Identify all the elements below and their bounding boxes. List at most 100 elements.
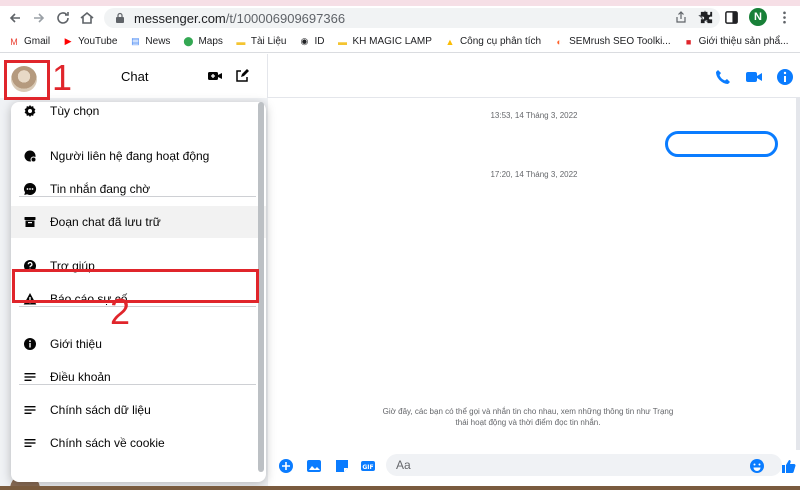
bookmark-label: SEMrush SEO Toolki... <box>569 36 671 47</box>
gear-icon <box>23 104 37 118</box>
menu-item[interactable]: Chính sách dữ liệu <box>11 394 266 426</box>
bookmark-label: Công cụ phân tích <box>459 36 542 47</box>
outgoing-message-bubble[interactable] <box>665 131 778 157</box>
menu-item[interactable]: Giới thiệu <box>11 328 266 360</box>
bookmark-item[interactable]: ▲ Công cụ phân tích <box>444 36 541 48</box>
conversation-info-text: Giờ đây, các bạn có thể gọi và nhắn tin … <box>358 406 698 428</box>
photo-icon[interactable] <box>306 458 322 474</box>
folder-icon: ▬ <box>337 36 347 47</box>
message-timestamp: 13:53, 14 Tháng 3, 2022 <box>490 111 578 120</box>
annotation-box-step2 <box>12 269 259 303</box>
bookmark-item[interactable]: M Gmail <box>8 36 50 48</box>
like-icon[interactable] <box>780 458 796 474</box>
analytics-icon: ▲ <box>445 36 455 47</box>
message-composer: GIF Aa <box>268 450 800 486</box>
chat-title: Chat <box>121 69 149 84</box>
lock-icon <box>116 12 124 23</box>
menu-item-label: Chính sách về cookie <box>50 436 165 450</box>
address-bar[interactable]: messenger.com/t/100006909697366 <box>104 8 720 28</box>
bookmark-label: YouTube <box>78 36 118 47</box>
browser-toolbar: messenger.com/t/100006909697366 N <box>0 6 800 30</box>
bookmark-item[interactable]: ◐ SEMrush SEO Toolki... <box>553 36 671 48</box>
new-message-icon[interactable] <box>234 68 250 84</box>
new-room-video-icon[interactable] <box>207 68 223 84</box>
profile-avatar[interactable]: N <box>749 8 767 26</box>
annotation-step2-number: 2 <box>110 291 131 332</box>
bookmark-label: Giới thiệu sản phẩ... <box>698 36 789 47</box>
conversation-pane: 13:53, 14 Tháng 3, 2022 17:20, 14 Tháng … <box>268 54 800 490</box>
lines-icon <box>23 436 37 450</box>
menu-divider <box>19 306 256 307</box>
svg-text:GIF: GIF <box>362 464 373 471</box>
lines-icon <box>23 403 37 417</box>
bookmarks-bar: M Gmail ▶ YouTube ▤ News ⬤ Maps ▬ Tài Liệu ◉ ID ▬ KH … <box>0 31 800 53</box>
bookmark-item[interactable]: ◉ ID <box>298 36 325 48</box>
youtube-icon: ▶ <box>64 36 72 46</box>
extensions-icon[interactable] <box>699 10 714 25</box>
bookmark-item[interactable]: ■ Giới thiệu sản phẩ... <box>683 36 789 48</box>
menu-item[interactable]: Đoạn chat đã lưu trữ <box>11 206 266 238</box>
info-icon <box>23 337 37 351</box>
bookmark-item[interactable]: ▶ YouTube <box>62 36 118 48</box>
menu-divider <box>19 384 256 385</box>
side-panel-icon[interactable] <box>724 10 739 25</box>
message-input-placeholder: Aa <box>396 458 411 472</box>
maps-icon: ⬤ <box>183 36 194 46</box>
bookmark-label: Maps <box>198 36 223 47</box>
url-text: messenger.com/t/100006909697366 <box>134 11 345 26</box>
archive-icon <box>23 215 37 229</box>
menu-item[interactable]: Tùy chọn <box>11 102 266 127</box>
annotation-box-step1 <box>4 60 50 100</box>
bookmark-label: Gmail <box>24 36 51 47</box>
phone-call-icon[interactable] <box>714 68 732 86</box>
bookmark-item[interactable]: ▬ Tài Liệu <box>235 36 287 48</box>
gmail-icon: M <box>10 36 18 47</box>
menu-item-label: Chính sách dữ liệu <box>50 403 151 417</box>
info-line-2: thái hoạt động và thời điểm đọc tin nhắn… <box>455 418 601 427</box>
menu-item-label: Tin nhắn đang chờ <box>50 182 151 196</box>
conversation-header <box>268 54 800 98</box>
share-icon[interactable] <box>674 10 688 24</box>
message-timestamp: 17:20, 14 Tháng 3, 2022 <box>490 170 578 179</box>
menu-item[interactable]: Điều khoản <box>11 361 266 393</box>
bookmark-item[interactable]: ▬ KH MAGIC LAMP <box>336 36 432 48</box>
menu-item-label: Người liên hệ đang hoạt động <box>50 149 210 163</box>
bookmark-label: Tài Liệu <box>250 36 287 47</box>
emoji-icon[interactable] <box>749 458 765 474</box>
back-arrow-icon[interactable] <box>4 7 26 29</box>
forward-arrow-icon[interactable] <box>28 7 50 29</box>
video-call-icon[interactable] <box>745 68 763 86</box>
more-menu-icon[interactable] <box>777 10 792 25</box>
bookmark-label: KH MAGIC LAMP <box>352 36 432 47</box>
info-line-1: Giờ đây, các bạn có thể gọi và nhắn tin … <box>382 407 674 416</box>
home-icon[interactable] <box>76 7 98 29</box>
globe-icon: ◉ <box>300 36 309 46</box>
semrush-icon: ◐ <box>556 36 562 47</box>
taskbar-strip <box>0 486 800 490</box>
gif-icon[interactable]: GIF <box>360 458 376 474</box>
bookmark-red-icon: ■ <box>685 36 692 47</box>
bookmark-item[interactable]: ⬤ Maps <box>182 36 223 48</box>
plus-circle-icon[interactable] <box>278 458 294 474</box>
news-icon: ▤ <box>131 36 140 46</box>
sticker-icon[interactable] <box>334 458 350 474</box>
folder-icon: ▬ <box>236 36 246 47</box>
conversation-info-icon[interactable] <box>776 68 794 86</box>
bookmark-label: News <box>145 36 171 47</box>
conversation-scrollbar[interactable] <box>796 98 800 450</box>
bookmark-item[interactable]: ▤ News <box>129 36 170 48</box>
message-input[interactable]: Aa <box>386 454 782 476</box>
active-contacts-icon <box>23 149 37 163</box>
menu-item[interactable]: Người liên hệ đang hoạt động <box>11 140 266 172</box>
reload-icon[interactable] <box>52 7 74 29</box>
menu-item-label: Giới thiệu <box>50 337 102 351</box>
menu-item[interactable]: Tin nhắn đang chờ <box>11 173 266 205</box>
message-pending-icon <box>23 182 37 196</box>
menu-item-label: Điều khoản <box>50 370 111 384</box>
lines-icon <box>23 370 37 384</box>
menu-item-label: Tùy chọn <box>50 104 100 118</box>
menu-item[interactable]: Chính sách về cookie <box>11 427 266 459</box>
menu-item-label: Đoạn chat đã lưu trữ <box>50 215 161 229</box>
messenger-app: Chat Tùy chọn Người liên hệ đang hoạt độn… <box>0 54 800 490</box>
annotation-step1-number: 1 <box>52 57 73 98</box>
